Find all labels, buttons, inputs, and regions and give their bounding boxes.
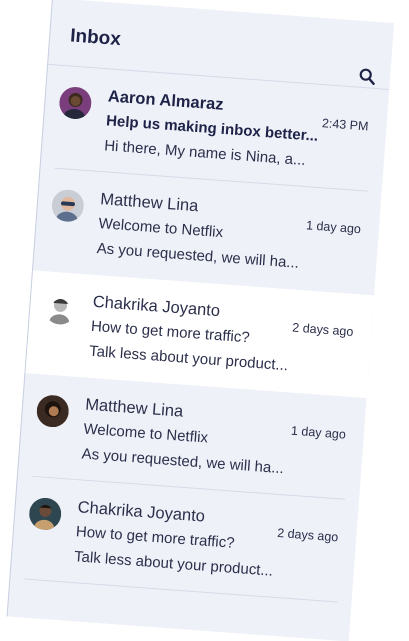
sender-name: Chakrika Joyanto [92, 292, 221, 321]
avatar [28, 496, 63, 532]
avatar [35, 394, 70, 429]
inbox-title: Inbox [69, 25, 122, 51]
message-time: 2 days ago [291, 320, 354, 339]
sender-name: Matthew Lina [99, 190, 199, 216]
sender-name: Chakrika Joyanto [77, 498, 206, 526]
message-preview: Talk less about your product... [88, 342, 289, 375]
message-time: 2:43 PM [321, 116, 369, 134]
message-time: 2 days ago [276, 525, 339, 545]
message-time: 1 day ago [290, 423, 347, 442]
message-subject: How to get more traffic? [90, 317, 251, 347]
inbox-panel: Inbox Aaron Almaraz 2:43 PM Help us maki… [6, 0, 395, 641]
sender-name: Matthew Lina [84, 395, 184, 421]
avatar [43, 291, 78, 326]
message-preview: As you requested, we will ha... [81, 445, 285, 478]
message-preview: As you requested, we will ha... [96, 239, 300, 272]
message-subject: How to get more traffic? [75, 523, 236, 552]
avatar [50, 188, 85, 223]
message-preview: Hi there, My name is Nina, a... [103, 137, 307, 169]
avatar [58, 85, 93, 121]
divider [24, 578, 338, 603]
message-preview: Talk less about your product... [73, 548, 274, 580]
message-subject: Welcome to Netflix [82, 420, 209, 447]
message-time: 1 day ago [305, 218, 362, 237]
message-subject: Welcome to Netflix [97, 215, 224, 242]
search-icon[interactable] [357, 67, 376, 86]
sender-name: Aaron Almaraz [107, 87, 225, 114]
